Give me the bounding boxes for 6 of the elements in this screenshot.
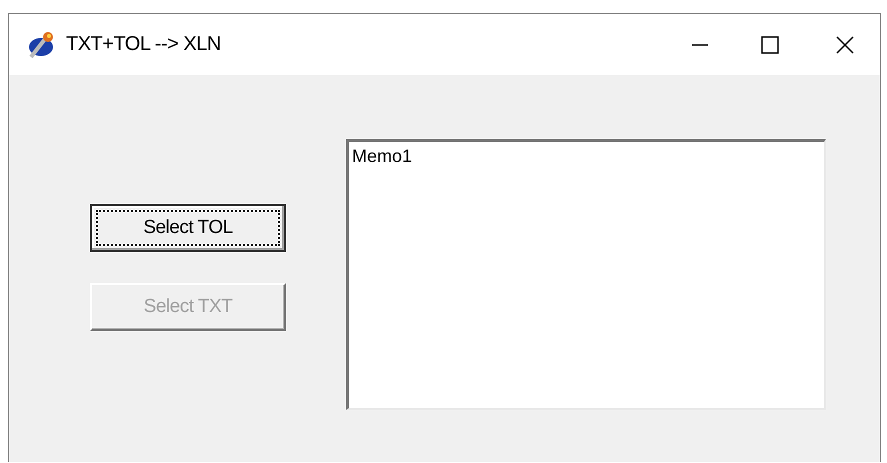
select-button[interactable]: Select TOL [90,204,286,252]
minimize-icon [692,44,708,46]
maximize-icon [760,34,780,54]
window-title: TXT+TOL --> XLN [66,33,222,56]
close-icon [835,34,855,54]
memo-field[interactable]: Memo1 [346,139,826,410]
